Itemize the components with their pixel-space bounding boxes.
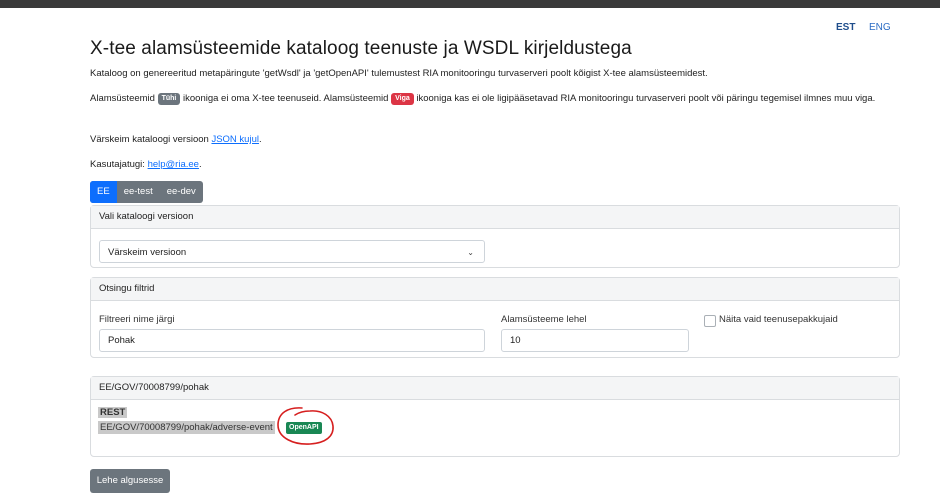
instance-tabs: EE ee-test ee-dev	[90, 181, 203, 203]
subsystem-card: EE/GOV/70008799/pohak REST EE/GOV/700087…	[90, 376, 900, 457]
back-to-top-button[interactable]: Lehe algusesse	[90, 469, 170, 493]
providers-only-checkbox[interactable]	[704, 315, 716, 327]
lang-est-link[interactable]: EST	[836, 22, 855, 33]
tab-ee-dev[interactable]: ee-dev	[160, 181, 203, 203]
latest-version-text: Värskeim kataloogi versioon JSON kujul.	[90, 133, 262, 147]
providers-only-label: Näita vaid teenusepakkujaid	[719, 314, 838, 325]
version-select[interactable]: Värskeim versioon ⌄	[99, 240, 485, 263]
intro-text: Kataloog on genereeritud metapäringute '…	[90, 68, 708, 79]
service-path: EE/GOV/70008799/pohak/adverse-event	[98, 421, 275, 434]
error-badge: Viga	[391, 93, 414, 105]
header-section: X-tee alamsüsteemide kataloog teenuste j…	[90, 38, 900, 170]
latest-label: Värskeim kataloogi versioon	[90, 134, 212, 145]
tab-ee[interactable]: EE	[90, 181, 117, 203]
lang-eng-link[interactable]: ENG	[869, 22, 891, 33]
support-email-link[interactable]: help@ria.ee	[148, 159, 199, 170]
chevron-down-icon: ⌄	[467, 248, 474, 257]
name-filter-input[interactable]: Pohak	[99, 329, 485, 352]
service-type-label: REST	[98, 407, 128, 418]
version-card: Vali kataloogi versioon Värskeim versioo…	[90, 205, 900, 268]
latest-suffix: .	[258, 134, 262, 145]
filter-card: Otsingu filtrid Filtreeri nime järgi Poh…	[90, 277, 900, 358]
version-card-header: Vali kataloogi versioon	[91, 206, 899, 229]
subsystem-card-header: EE/GOV/70008799/pohak	[91, 377, 899, 400]
support-suffix: .	[198, 159, 202, 170]
legend-text: Alamsüsteemid Tühi ikooniga ei oma X-tee…	[90, 92, 900, 106]
legend-part1: Alamsüsteemid	[90, 93, 158, 104]
json-link[interactable]: JSON kujul	[211, 134, 259, 145]
legend-part3: ikooniga kas ei ole ligipääsetavad RIA m…	[413, 93, 876, 104]
legend-part2: ikooniga ei oma X-tee teenuseid. Alamsüs…	[180, 93, 392, 104]
per-page-label: Alamsüsteeme lehel	[501, 314, 587, 325]
top-bar	[0, 0, 940, 8]
page-title: X-tee alamsüsteemide kataloog teenuste j…	[90, 38, 632, 59]
name-filter-label: Filtreeri nime järgi	[99, 314, 175, 325]
red-annotation-circle	[277, 407, 334, 445]
empty-badge: Tühi	[157, 93, 181, 105]
support-text: Kasutajatugi: help@ria.ee.	[90, 158, 202, 172]
tab-ee-test[interactable]: ee-test	[117, 181, 160, 203]
per-page-input[interactable]: 10	[501, 329, 689, 352]
support-label: Kasutajatugi:	[90, 159, 148, 170]
filter-card-header: Otsingu filtrid	[91, 278, 899, 301]
version-select-value: Värskeim versioon	[108, 247, 187, 258]
